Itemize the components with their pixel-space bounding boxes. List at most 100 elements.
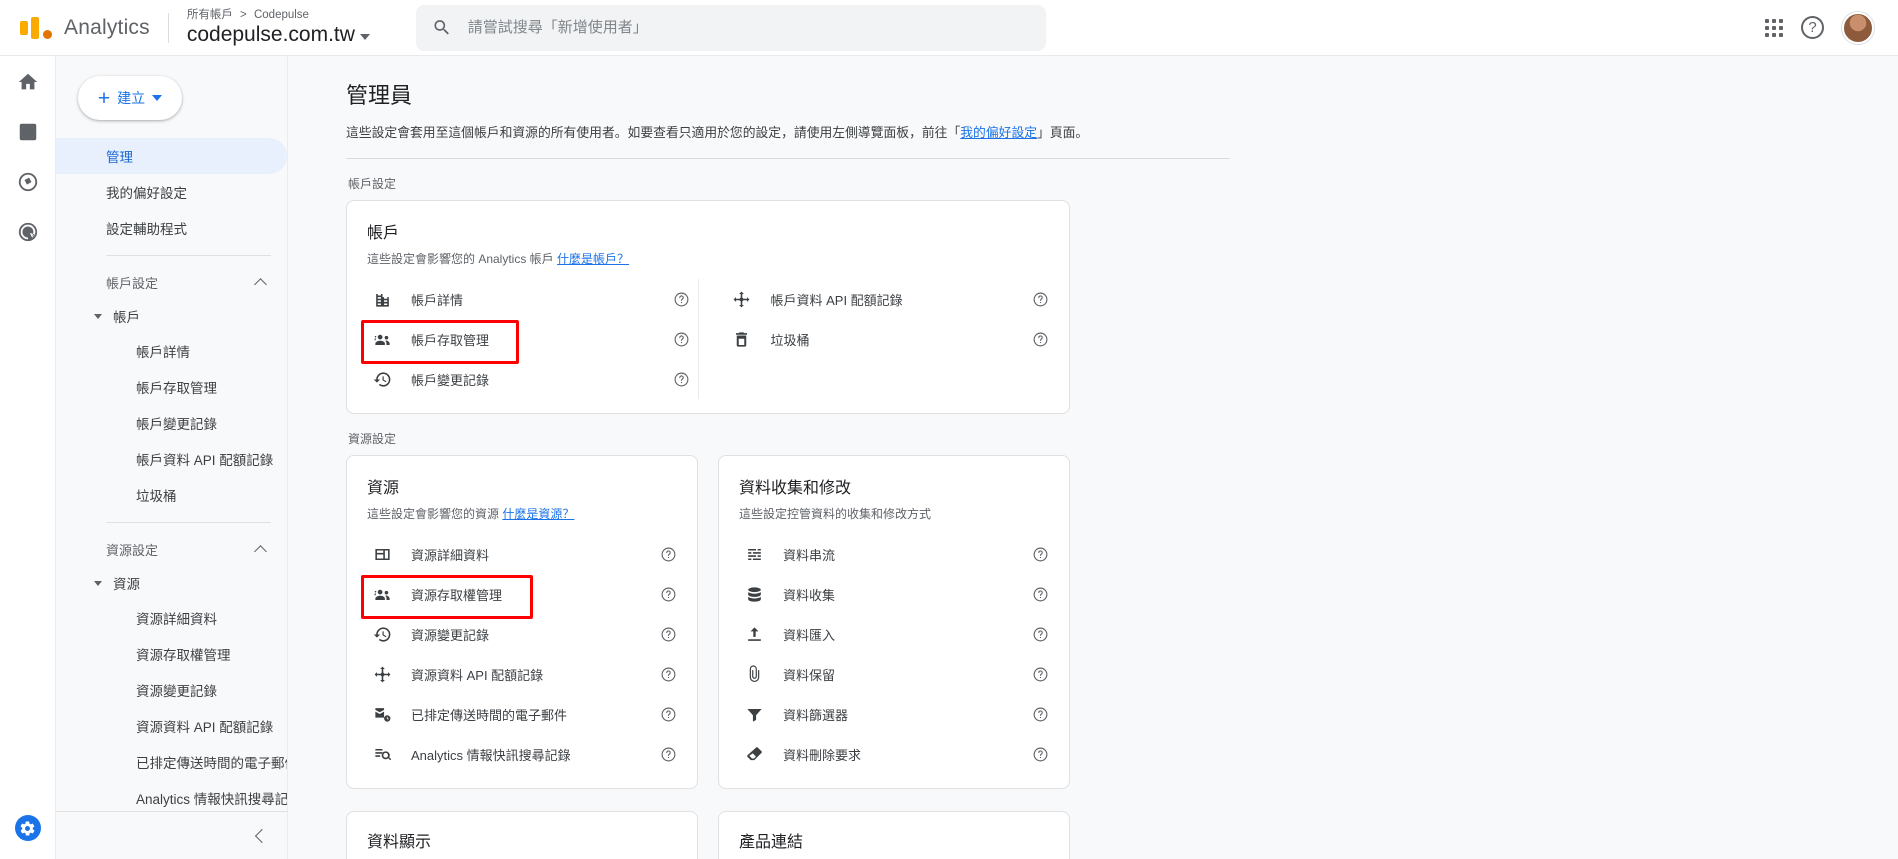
top-bar: Analytics 所有帳戶 > Codepulse codepulse.com… — [0, 0, 1898, 56]
help-circle-icon[interactable] — [673, 331, 690, 348]
help-circle-icon[interactable] — [1032, 331, 1049, 348]
help-circle-icon[interactable] — [660, 746, 677, 763]
option-data-import[interactable]: 資料匯入 — [739, 614, 1049, 654]
help-circle-icon[interactable] — [1032, 626, 1049, 643]
sidebar-item-admin[interactable]: 管理 — [56, 138, 287, 174]
option-property-access-management[interactable]: 資源存取權管理 — [361, 574, 677, 619]
option-label: 資源變更記錄 — [411, 627, 490, 643]
sidebar-item-trash[interactable]: 垃圾桶 — [56, 477, 287, 513]
option-data-deletion-requests[interactable]: 資料刪除要求 — [739, 734, 1049, 774]
sidebar-item-label: 資源資料 API 配額記錄 — [136, 720, 274, 735]
chevron-up-icon — [254, 277, 267, 291]
analytics-logo-icon — [20, 16, 52, 39]
breadcrumb-separator: > — [240, 8, 247, 21]
sidebar-item-account-details[interactable]: 帳戶詳情 — [56, 333, 287, 369]
sidebar-item-my-preferences[interactable]: 我的偏好設定 — [56, 174, 287, 210]
home-icon[interactable] — [16, 70, 40, 94]
option-data-collection[interactable]: 資料收集 — [739, 574, 1049, 614]
my-preferences-link[interactable]: 我的偏好設定 — [960, 125, 1037, 140]
option-account-access-management[interactable]: 帳戶存取管理 — [361, 319, 690, 364]
database-icon — [743, 583, 765, 605]
breadcrumb: 所有帳戶 > Codepulse — [187, 8, 370, 22]
property-card-title: 資源 — [367, 480, 400, 497]
option-property-change-history[interactable]: 資源變更記錄 — [367, 614, 677, 654]
sidebar-item-label: 資源詳細資料 — [136, 612, 217, 627]
help-circle-icon[interactable] — [1032, 586, 1049, 603]
chevron-down-icon — [94, 580, 102, 586]
help-circle-icon[interactable] — [673, 291, 690, 308]
brand-name: Analytics — [64, 15, 150, 39]
option-account-api-quota[interactable]: 帳戶資料 API 配額記錄 — [727, 279, 1050, 319]
search-input[interactable] — [467, 19, 1030, 36]
sidebar-item-property-access-management[interactable]: 資源存取權管理 — [56, 636, 287, 672]
help-icon[interactable]: ? — [1801, 16, 1824, 39]
chevron-down-icon[interactable] — [359, 33, 370, 40]
account-selector[interactable]: 所有帳戶 > Codepulse codepulse.com.tw — [187, 8, 370, 48]
advertising-icon[interactable] — [16, 220, 40, 244]
help-circle-icon[interactable] — [660, 546, 677, 563]
option-property-details[interactable]: 資源詳細資料 — [367, 534, 677, 574]
top-right-actions: ? — [1765, 11, 1884, 44]
chevron-left-icon — [254, 828, 270, 843]
breadcrumb-root: 所有帳戶 — [186, 8, 233, 21]
sidebar-parent-property[interactable]: 資源 — [56, 566, 287, 600]
sidebar-item-account-access-management[interactable]: 帳戶存取管理 — [56, 369, 287, 405]
help-circle-icon[interactable] — [1032, 291, 1049, 308]
sidebar-item-property-api-quota[interactable]: 資源資料 API 配額記錄 — [56, 708, 287, 744]
option-scheduled-emails[interactable]: 已排定傳送時間的電子郵件 — [367, 694, 677, 734]
help-circle-icon[interactable] — [660, 706, 677, 723]
option-data-filters[interactable]: 資料篩選器 — [739, 694, 1049, 734]
help-circle-icon[interactable] — [1032, 666, 1049, 683]
sidebar-item-scheduled-emails[interactable]: 已排定傳送時間的電子郵件 — [56, 744, 287, 780]
property-name: codepulse.com.tw — [186, 22, 355, 46]
main-content: 管理員 這些設定會套用至這個帳戶和資源的所有使用者。如要查看只適用於您的設定，請… — [288, 56, 1898, 859]
option-property-api-quota[interactable]: 資源資料 API 配額記錄 — [367, 654, 677, 694]
filter-icon — [743, 703, 765, 725]
option-account-change-history[interactable]: 帳戶變更記錄 — [367, 359, 690, 399]
reports-icon[interactable] — [16, 120, 40, 144]
data-collection-card-subtitle: 這些設定控管資料的收集和修改方式 — [739, 507, 932, 521]
help-circle-icon[interactable] — [660, 586, 677, 603]
explore-icon[interactable] — [16, 170, 40, 194]
search-bar[interactable] — [415, 4, 1046, 51]
option-data-streams[interactable]: 資料串流 — [739, 534, 1049, 574]
sidebar-collapse-button[interactable] — [56, 811, 287, 859]
icon-rail — [0, 56, 56, 859]
option-trash[interactable]: 垃圾桶 — [727, 319, 1050, 359]
sidebar-item-property-details[interactable]: 資源詳細資料 — [56, 600, 287, 636]
help-circle-icon[interactable] — [1032, 546, 1049, 563]
help-circle-icon[interactable] — [1032, 746, 1049, 763]
building-icon — [371, 288, 393, 310]
sidebar-item-property-change-history[interactable]: 資源變更記錄 — [56, 672, 287, 708]
what-is-property-link[interactable]: 什麼是資源？ — [502, 507, 574, 521]
avatar[interactable] — [1842, 11, 1874, 44]
data-display-card: 資料顯示 — [346, 811, 698, 859]
sidebar-group-property-settings[interactable]: 資源設定 — [56, 532, 287, 566]
sidebar-item-account-change-history[interactable]: 帳戶變更記錄 — [56, 405, 287, 441]
option-data-retention[interactable]: 資料保留 — [739, 654, 1049, 694]
account-card-right-column: 帳戶資料 API 配額記錄 垃圾桶 — [697, 279, 1050, 399]
help-circle-icon[interactable] — [673, 371, 690, 388]
analytics-admin-page: Analytics 所有帳戶 > Codepulse codepulse.com… — [0, 0, 1898, 859]
option-analytics-intelligence-search-history[interactable]: Analytics 情報快訊搜尋記錄 — [367, 734, 677, 774]
apps-grid-icon[interactable] — [1765, 18, 1783, 37]
gear-icon[interactable] — [14, 815, 41, 841]
sidebar-parent-account[interactable]: 帳戶 — [56, 299, 287, 333]
option-label: 資料刪除要求 — [783, 747, 862, 763]
search-history-icon — [371, 743, 393, 765]
api-quota-icon — [731, 288, 753, 310]
data-display-card-title: 資料顯示 — [367, 834, 432, 851]
create-button[interactable]: + 建立 — [78, 76, 182, 120]
sidebar-group-account-settings[interactable]: 帳戶設定 — [56, 265, 287, 299]
help-circle-icon[interactable] — [1032, 706, 1049, 723]
sidebar-item-setup-assistant[interactable]: 設定輔助程式 — [56, 210, 287, 246]
sidebar-item-account-api-quota[interactable]: 帳戶資料 API 配額記錄 — [56, 441, 287, 477]
page-description-before: 這些設定會套用至這個帳戶和資源的所有使用者。如要查看只適用於您的設定，請使用左側… — [346, 125, 961, 140]
sidebar-item-label: Analytics 情報快訊搜尋記錄 — [136, 792, 288, 807]
option-account-details[interactable]: 帳戶詳情 — [367, 279, 690, 319]
help-circle-icon[interactable] — [660, 666, 677, 683]
account-section-label: 帳戶設定 — [348, 177, 397, 191]
admin-gear-button[interactable] — [14, 815, 41, 841]
help-circle-icon[interactable] — [660, 626, 677, 643]
what-is-account-link[interactable]: 什麼是帳戶？ — [557, 252, 629, 266]
